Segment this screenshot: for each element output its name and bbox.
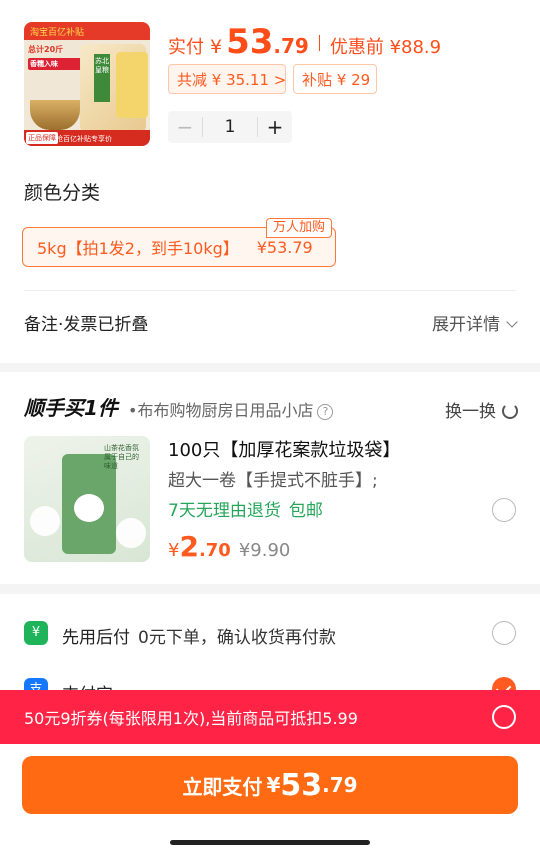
addon-service-tags: 7天无理由退货 包邮	[168, 496, 323, 521]
popular-badge: 万人加购	[266, 218, 333, 238]
promo-weight: 总计20斤	[28, 45, 64, 54]
guarantee-badge: 正品保障	[26, 132, 58, 144]
promo-pill: 香糯入味	[28, 58, 82, 70]
pay-now-button[interactable]: 立即支付 ¥ 53 .79	[22, 756, 518, 814]
addon-shop-name: •布布购物厨房日用品小店?	[128, 397, 334, 421]
divider	[24, 290, 516, 291]
subsidy-tag: 补贴 ¥ 29	[293, 64, 377, 94]
addon-select-radio[interactable]	[492, 498, 516, 522]
refresh-icon	[502, 403, 518, 419]
quantity-stepper: − 1 +	[168, 111, 292, 143]
pay-now-price-decimal: .79	[322, 773, 358, 797]
pay-later-desc: 0元下单，确认收货再付款	[138, 628, 336, 648]
coupon-radio[interactable]	[492, 705, 516, 729]
price-decimal: .79	[273, 34, 309, 58]
addon-price-integer: 2	[179, 530, 199, 563]
price-integer: 53	[226, 22, 274, 62]
addon-thumb-caption: 山茶花香氛 属于自己的味道	[104, 444, 139, 470]
coupon-text: 50元9折券(每张限用1次),当前商品可抵扣5.99	[24, 709, 358, 728]
rice-bag-small-image	[116, 52, 148, 118]
return-policy: 7天无理由退货	[168, 501, 281, 521]
pay-now-label: 立即支付	[182, 774, 263, 799]
addon-product-name[interactable]: 100只【加厚花案款垃圾袋】	[168, 436, 400, 462]
variant-section-title: 颜色分类	[24, 182, 101, 204]
promo-text: 总计20斤 香糯入味	[28, 44, 82, 70]
home-indicator	[170, 840, 370, 845]
addon-title: 顺手买1件	[24, 396, 118, 420]
free-shipping: 包邮	[288, 501, 323, 521]
quantity-value[interactable]: 1	[202, 117, 258, 137]
expand-details-button[interactable]: 展开详情	[432, 310, 518, 335]
variant-option-label: 5kg【拍1发2，到手10kg】	[37, 239, 239, 258]
flower-decoration	[116, 518, 146, 548]
rice-pot-image	[30, 100, 80, 130]
rice-bag-label: 苏北皇粮	[94, 54, 110, 102]
swap-label: 换一换	[445, 402, 496, 422]
bear-mascot	[74, 494, 104, 522]
addon-original-price: ¥9.90	[238, 540, 291, 561]
addon-product-desc: 超大一卷【手提式不脏手】;	[168, 471, 378, 491]
product-image[interactable]: 淘宝百亿补贴 总计20斤 香糯入味 苏北皇粮 下拉详情抢百亿补贴专享价 正品保障	[24, 22, 150, 146]
pre-discount-price: 优惠前 ¥88.9	[329, 37, 442, 58]
pay-label: 实付	[168, 37, 204, 58]
chevron-down-icon	[506, 316, 518, 328]
currency-symbol: ¥	[210, 36, 223, 58]
pay-later-option[interactable]: 先用后付 0元下单，确认收货再付款	[62, 623, 336, 648]
pay-later-title: 先用后付	[62, 628, 130, 648]
coupon-bar[interactable]: 50元9折券(每张限用1次),当前商品可抵扣5.99	[0, 690, 540, 744]
pay-later-icon: ¥	[24, 621, 48, 645]
addon-price: ¥ 2 .70 ¥9.90	[168, 530, 290, 563]
pay-now-currency: ¥	[266, 773, 281, 797]
swap-button[interactable]: 换一换	[445, 397, 518, 422]
addon-price-decimal: .70	[198, 540, 231, 561]
pay-later-radio[interactable]	[492, 621, 516, 645]
pay-now-price-integer: 53	[280, 767, 323, 803]
addon-card: 顺手买1件 •布布购物厨房日用品小店? 换一换 山茶花香氛 属于自己的味道 10…	[0, 372, 540, 584]
price-row: 实付 ¥ 53 .79 优惠前 ¥88.9	[168, 22, 441, 64]
expand-details-label: 展开详情	[432, 315, 500, 335]
help-icon[interactable]: ?	[317, 404, 334, 420]
variant-option-price: ¥53.79	[256, 237, 313, 257]
flower-decoration	[30, 506, 60, 536]
decrease-button[interactable]: −	[168, 115, 202, 139]
increase-button[interactable]: +	[258, 115, 292, 139]
total-reduction-tag[interactable]: 共减 ¥ 35.11 >	[168, 64, 286, 94]
addon-shop-label: •布布购物厨房日用品小店	[128, 401, 314, 420]
remark-invoice-label: 备注·发票已折叠	[24, 315, 149, 335]
addon-product-image[interactable]: 山茶花香氛 属于自己的味道	[24, 436, 150, 562]
addon-currency: ¥	[168, 540, 180, 561]
price-separator	[318, 35, 320, 51]
subsidy-banner: 淘宝百亿补贴	[24, 22, 150, 40]
order-card: 淘宝百亿补贴 总计20斤 香糯入味 苏北皇粮 下拉详情抢百亿补贴专享价 正品保障…	[0, 0, 540, 363]
